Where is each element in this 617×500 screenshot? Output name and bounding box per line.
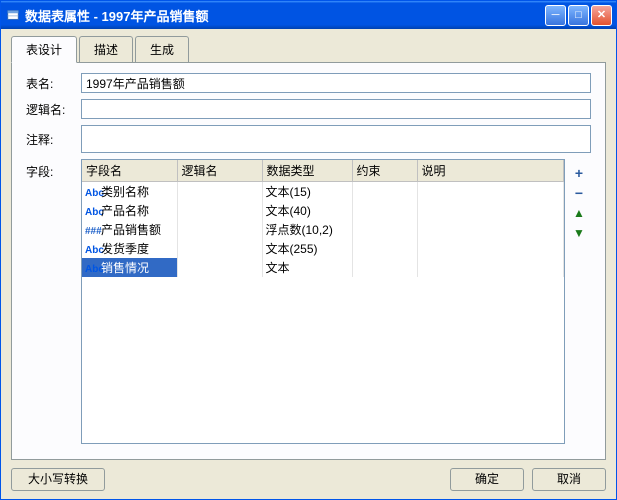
input-logical-name[interactable] <box>81 99 591 119</box>
input-table-name[interactable] <box>81 73 591 93</box>
col-field-name[interactable]: 字段名 <box>82 160 177 182</box>
table-row[interactable]: Abc销售情况文本 <box>82 258 564 277</box>
row-comment: 注释: <box>26 125 591 153</box>
label-logical-name: 逻辑名: <box>26 101 81 118</box>
number-type-icon: ### <box>85 226 99 237</box>
move-up-button[interactable]: ▲ <box>571 205 587 221</box>
tab-design[interactable]: 表设计 <box>11 36 77 63</box>
remove-field-button[interactable]: − <box>571 185 587 201</box>
tab-generate[interactable]: 生成 <box>135 36 189 63</box>
text-type-icon: Abc <box>85 264 99 275</box>
grid-wrap: 字段名 逻辑名 数据类型 约束 说明 Abc类别名称文本(15)Abc产品名称文… <box>81 159 591 444</box>
titlebar: 数据表属性 - 1997年产品销售额 ─ □ ✕ <box>1 1 616 29</box>
row-fields: 字段: 字段名 逻辑名 数据类型 约束 说明 Abc类别名称文本(15)Abc产… <box>26 159 591 444</box>
table-row[interactable]: ###产品销售额浮点数(10,2) <box>82 220 564 239</box>
case-convert-button[interactable]: 大小写转换 <box>11 468 105 491</box>
tab-panel: 表名: 逻辑名: 注释: 字段: 字段名 逻辑名 数据类型 约束 <box>11 62 606 460</box>
app-icon <box>5 7 21 23</box>
window-controls: ─ □ ✕ <box>545 5 612 26</box>
move-down-button[interactable]: ▼ <box>571 225 587 241</box>
tab-description[interactable]: 描述 <box>79 36 133 63</box>
col-logical-name[interactable]: 逻辑名 <box>177 160 262 182</box>
cancel-button[interactable]: 取消 <box>532 468 606 491</box>
table-row[interactable]: Abc产品名称文本(40) <box>82 201 564 220</box>
close-button[interactable]: ✕ <box>591 5 612 26</box>
col-constraint[interactable]: 约束 <box>352 160 417 182</box>
col-data-type[interactable]: 数据类型 <box>262 160 352 182</box>
ok-button[interactable]: 确定 <box>450 468 524 491</box>
client-area: 表设计 描述 生成 表名: 逻辑名: 注释: 字段: 字段名 逻辑名 <box>1 29 616 499</box>
text-type-icon: Abc <box>85 207 99 218</box>
row-logical-name: 逻辑名: <box>26 99 591 119</box>
tab-bar: 表设计 描述 生成 <box>11 35 606 63</box>
maximize-button[interactable]: □ <box>568 5 589 26</box>
label-comment: 注释: <box>26 131 81 148</box>
footer: 大小写转换 确定 取消 <box>11 460 606 491</box>
window-title: 数据表属性 - 1997年产品销售额 <box>25 6 545 25</box>
label-fields: 字段: <box>26 159 81 180</box>
fields-grid[interactable]: 字段名 逻辑名 数据类型 约束 说明 Abc类别名称文本(15)Abc产品名称文… <box>81 159 565 444</box>
text-type-icon: Abc <box>85 245 99 256</box>
minimize-button[interactable]: ─ <box>545 5 566 26</box>
add-field-button[interactable]: + <box>571 165 587 181</box>
row-table-name: 表名: <box>26 73 591 93</box>
grid-side-buttons: + − ▲ ▼ <box>571 159 591 444</box>
table-row[interactable]: Abc发货季度文本(255) <box>82 239 564 258</box>
input-comment[interactable] <box>81 125 591 153</box>
col-desc[interactable]: 说明 <box>417 160 564 182</box>
text-type-icon: Abc <box>85 188 99 199</box>
table-row[interactable]: Abc类别名称文本(15) <box>82 182 564 202</box>
label-table-name: 表名: <box>26 75 81 92</box>
